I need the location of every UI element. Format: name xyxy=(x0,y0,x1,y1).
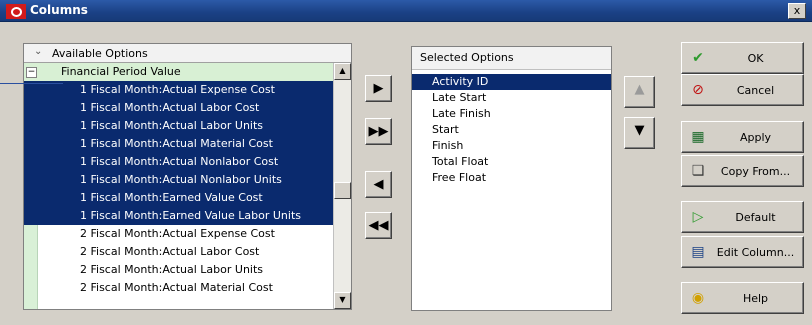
selected-option-item[interactable]: Late Finish xyxy=(412,106,611,122)
apply-button[interactable]: ▦ Apply xyxy=(681,121,804,153)
available-scrollbar[interactable]: ▲ ▼ xyxy=(333,63,351,309)
apply-icon: ▦ xyxy=(691,129,705,145)
selected-option-item[interactable]: Late Start xyxy=(412,90,611,106)
cancel-button[interactable]: ⊘ Cancel xyxy=(681,74,804,106)
move-right-button[interactable]: ▶ xyxy=(365,75,392,102)
category-label: Financial Period Value xyxy=(61,65,181,78)
available-option-label: 1 Fiscal Month:Actual Labor Units xyxy=(80,119,264,132)
chevron-down-icon: ⌄ xyxy=(34,46,43,57)
help-button[interactable]: ◉ Help xyxy=(681,282,804,314)
available-option-row[interactable]: 1 Fiscal Month:Actual Labor Units xyxy=(24,117,334,135)
scroll-thumb[interactable] xyxy=(334,182,351,199)
close-button[interactable]: x xyxy=(788,3,806,19)
oracle-logo-icon xyxy=(6,4,26,19)
dialog-title: Columns xyxy=(30,3,88,17)
double-arrow-right-icon: ▶▶ xyxy=(368,124,389,139)
help-icon: ◉ xyxy=(691,290,705,306)
double-arrow-left-icon: ◀◀ xyxy=(368,218,389,233)
selected-option-item[interactable]: Finish xyxy=(412,138,611,154)
title-bar: Columns x xyxy=(0,0,812,22)
default-button[interactable]: ▷ Default xyxy=(681,201,804,233)
move-up-button[interactable]: ▲ xyxy=(624,76,655,108)
available-option-row[interactable]: 2 Fiscal Month:Actual Labor Cost xyxy=(24,243,334,261)
available-option-label: 1 Fiscal Month:Earned Value Cost xyxy=(80,191,263,204)
available-option-label: 1 Fiscal Month:Actual Labor Cost xyxy=(80,101,260,114)
arrow-up-icon: ▲ xyxy=(634,82,645,97)
available-option-label: 2 Fiscal Month:Actual Labor Units xyxy=(80,263,264,276)
category-row[interactable]: − Financial Period Value xyxy=(24,63,334,81)
cancel-label: Cancel xyxy=(736,84,775,97)
available-option-label: 1 Fiscal Month:Actual Material Cost xyxy=(80,137,273,150)
selected-option-item[interactable]: Activity ID xyxy=(412,74,611,90)
scroll-down-icon[interactable]: ▼ xyxy=(334,292,351,309)
available-option-row[interactable]: 2 Fiscal Month:Actual Expense Cost xyxy=(24,225,334,243)
available-options-panel: ⌄ Available Options − Financial Period V… xyxy=(23,43,352,310)
ok-label: OK xyxy=(747,52,764,65)
checkmark-icon: ✔ xyxy=(692,50,704,66)
available-option-row[interactable]: 1 Fiscal Month:Actual Expense Cost xyxy=(24,81,334,99)
arrow-right-icon: ▶ xyxy=(373,81,384,96)
move-all-left-button[interactable]: ◀◀ xyxy=(365,212,392,239)
edit-column-button[interactable]: ▤ Edit Column... xyxy=(681,236,804,268)
selected-option-item[interactable]: Total Float xyxy=(412,154,611,170)
available-option-row[interactable]: 1 Fiscal Month:Actual Material Cost xyxy=(24,135,334,153)
available-option-label: 1 Fiscal Month:Actual Expense Cost xyxy=(80,83,275,96)
copy-icon: ❏ xyxy=(691,163,705,179)
available-option-label: 2 Fiscal Month:Actual Labor Cost xyxy=(80,245,260,258)
edit-column-icon: ▤ xyxy=(691,244,705,260)
move-down-button[interactable]: ▼ xyxy=(624,117,655,149)
move-all-right-button[interactable]: ▶▶ xyxy=(365,118,392,145)
arrow-left-icon: ◀ xyxy=(373,177,384,192)
callout-line xyxy=(0,83,63,84)
available-option-label: 2 Fiscal Month:Actual Material Cost xyxy=(80,281,273,294)
selected-options-header: Selected Options xyxy=(412,47,611,70)
available-option-label: 1 Fiscal Month:Earned Value Labor Units xyxy=(80,209,301,222)
available-option-row[interactable]: 1 Fiscal Month:Actual Nonlabor Cost xyxy=(24,153,334,171)
available-option-row[interactable]: 2 Fiscal Month:Actual Material Cost xyxy=(24,279,334,297)
ok-button[interactable]: ✔ OK xyxy=(681,42,804,74)
available-option-label: 2 Fiscal Month:Actual Expense Cost xyxy=(80,227,275,240)
move-left-button[interactable]: ◀ xyxy=(365,171,392,198)
selected-options-list: Selected Options Activity ID Late Start La… xyxy=(411,46,612,311)
copy-from-label: Copy From... xyxy=(720,165,791,178)
arrow-down-icon: ▼ xyxy=(634,123,645,138)
available-option-row[interactable]: 1 Fiscal Month:Actual Nonlabor Units xyxy=(24,171,334,189)
available-option-row[interactable]: 1 Fiscal Month:Actual Labor Cost xyxy=(24,99,334,117)
available-option-row[interactable]: 2 Fiscal Month:Actual Labor Units xyxy=(24,261,334,279)
available-option-row[interactable]: 1 Fiscal Month:Earned Value Cost xyxy=(24,189,334,207)
selected-option-item[interactable]: Start xyxy=(412,122,611,138)
default-label: Default xyxy=(735,211,776,224)
available-option-label: 1 Fiscal Month:Actual Nonlabor Cost xyxy=(80,155,279,168)
available-option-row[interactable]: 1 Fiscal Month:Earned Value Labor Units xyxy=(24,207,334,225)
selected-option-item[interactable]: Free Float xyxy=(412,170,611,186)
available-options-label: Available Options xyxy=(52,47,148,60)
available-options-list: − Financial Period Value 1 Fiscal Month:… xyxy=(24,63,334,309)
columns-dialog: Columns x ⌄ Available Options − Financia… xyxy=(0,0,812,325)
play-icon: ▷ xyxy=(692,209,704,225)
collapse-icon[interactable]: − xyxy=(26,67,37,78)
apply-label: Apply xyxy=(739,131,772,144)
available-options-header[interactable]: ⌄ Available Options xyxy=(24,44,351,63)
copy-from-button[interactable]: ❏ Copy From... xyxy=(681,155,804,187)
help-label: Help xyxy=(742,292,769,305)
edit-column-label: Edit Column... xyxy=(716,246,795,259)
scroll-up-icon[interactable]: ▲ xyxy=(334,63,351,80)
available-option-label: 1 Fiscal Month:Actual Nonlabor Units xyxy=(80,173,282,186)
cancel-icon: ⊘ xyxy=(692,82,704,98)
